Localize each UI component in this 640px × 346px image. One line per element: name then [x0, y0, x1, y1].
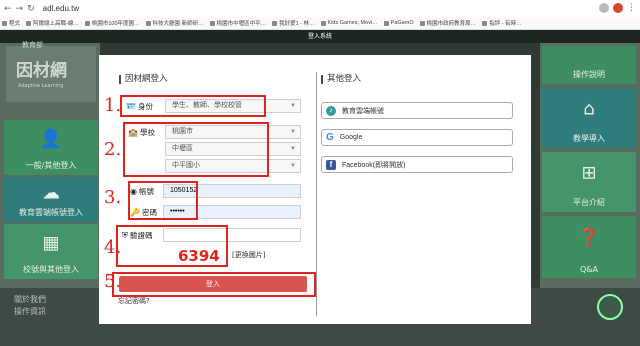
edu-cloud-button[interactable]: ♪ 教育雲端帳號	[321, 102, 513, 119]
highlight-box-3	[128, 181, 198, 220]
edu-cloud-login-tile[interactable]: ☁ 教育雲端帳號登入	[4, 177, 98, 222]
teaching-tile[interactable]: ⌂ 教學導入	[542, 88, 636, 148]
bookmark-favicon-icon	[2, 20, 7, 26]
bookmark-favicon-icon	[84, 20, 90, 26]
forgot-password-link[interactable]: 忘記密碼?	[118, 296, 150, 306]
bookmark-item[interactable]: 阿爾總上高職-線…	[26, 19, 79, 27]
login-title: 因材網登入	[119, 75, 168, 84]
highlight-box-5	[112, 272, 316, 297]
teacher-icon: ⌂	[583, 98, 595, 120]
school-login-tile[interactable]: ▦ 校號與其他登入	[4, 224, 98, 279]
manual-tile[interactable]: 操作說明	[542, 46, 636, 84]
bookmark-favicon-icon	[26, 20, 32, 26]
bookmark-item[interactable]: 科技大廳園 新師研…	[145, 19, 204, 27]
step-number-2: 2.	[104, 139, 122, 160]
edu-cloud-icon: ♪	[326, 105, 336, 116]
platform-tile[interactable]: ⊞ 平台介紹	[542, 152, 636, 212]
general-login-tile[interactable]: 👤 一般/其他登入	[4, 120, 98, 175]
bookmark-item[interactable]: Kids Games, Movi…	[320, 20, 378, 26]
google-button[interactable]: G Google	[321, 129, 513, 146]
step-number-3: 3.	[104, 187, 122, 208]
bookmark-item[interactable]: 我好愛1 - 林…	[272, 19, 315, 27]
bookmarks-bar: 程式 阿爾總上高職-線… 桃園市100年度圖… 科技大廳園 新師研… 桃園市中壢區中平……	[0, 17, 640, 30]
google-icon: G	[326, 132, 334, 143]
bookmark-favicon-icon	[145, 20, 151, 26]
qa-tile[interactable]: ❓ Q&A	[542, 216, 636, 278]
user-icon: 👤	[39, 128, 63, 150]
bookmark-item[interactable]: 指評 - 有時…	[482, 19, 522, 27]
reload-icon[interactable]: ↻	[27, 4, 35, 14]
address-bar[interactable]: adl.edu.tw	[43, 4, 79, 13]
refresh-captcha-link[interactable]: [更換圖片]	[232, 250, 265, 260]
bookmark-favicon-icon	[209, 20, 215, 26]
grid-icon: ▦	[42, 232, 60, 254]
bookmark-item[interactable]: PaGamO	[383, 20, 414, 26]
other-login-title: 其他登入	[321, 75, 361, 84]
logo-title: 因材網	[16, 61, 67, 81]
facebook-icon: f	[326, 159, 336, 170]
chevron-down-icon: ▼	[290, 146, 296, 152]
facebook-button[interactable]: f Facebook(即將開放)	[321, 156, 513, 173]
bookmark-favicon-icon	[482, 20, 488, 26]
bookmark-item[interactable]: 桃園市中壢區中平…	[209, 19, 266, 27]
bookmark-favicon-icon	[272, 20, 278, 26]
logo-english: Adaptive Learning	[18, 83, 64, 89]
logo-ministry: 教育部	[22, 41, 43, 49]
bookmark-item[interactable]: 程式	[2, 19, 20, 27]
bookmark-favicon-icon	[320, 20, 326, 26]
highlight-box-2	[123, 122, 269, 177]
highlight-box-4	[116, 225, 228, 267]
browser-toolbar: ← → ↻ adl.edu.tw ⋮	[0, 0, 640, 18]
extension-icon[interactable]	[599, 3, 609, 13]
profile-avatar[interactable]	[613, 3, 623, 13]
bookmark-favicon-icon	[419, 20, 425, 26]
qa-icon: ❓	[577, 227, 601, 249]
chevron-down-icon: ▼	[290, 103, 296, 109]
forward-icon[interactable]: →	[16, 4, 24, 14]
bookmark-item[interactable]: 桃園市100年度圖…	[84, 19, 140, 27]
footer-ops-link[interactable]: 操作資訊	[14, 306, 46, 317]
sitemap-icon: ⊞	[581, 162, 597, 184]
bookmark-item[interactable]: 桃園市政府教育局…	[419, 19, 476, 27]
footer-about-link[interactable]: 關於我們	[14, 294, 46, 305]
cloud-icon: ☁	[42, 182, 60, 204]
site-header-title: 登入系統	[0, 31, 640, 43]
divider	[316, 72, 317, 316]
bookmark-favicon-icon	[383, 20, 389, 26]
highlight-box-1	[120, 95, 266, 117]
step-number-1: 1.	[104, 95, 122, 116]
chevron-down-icon: ▼	[290, 129, 296, 135]
emblem-icon	[597, 294, 623, 320]
back-icon[interactable]: ←	[4, 4, 12, 14]
menu-icon[interactable]: ⋮	[627, 3, 636, 13]
chevron-down-icon: ▼	[290, 163, 296, 169]
